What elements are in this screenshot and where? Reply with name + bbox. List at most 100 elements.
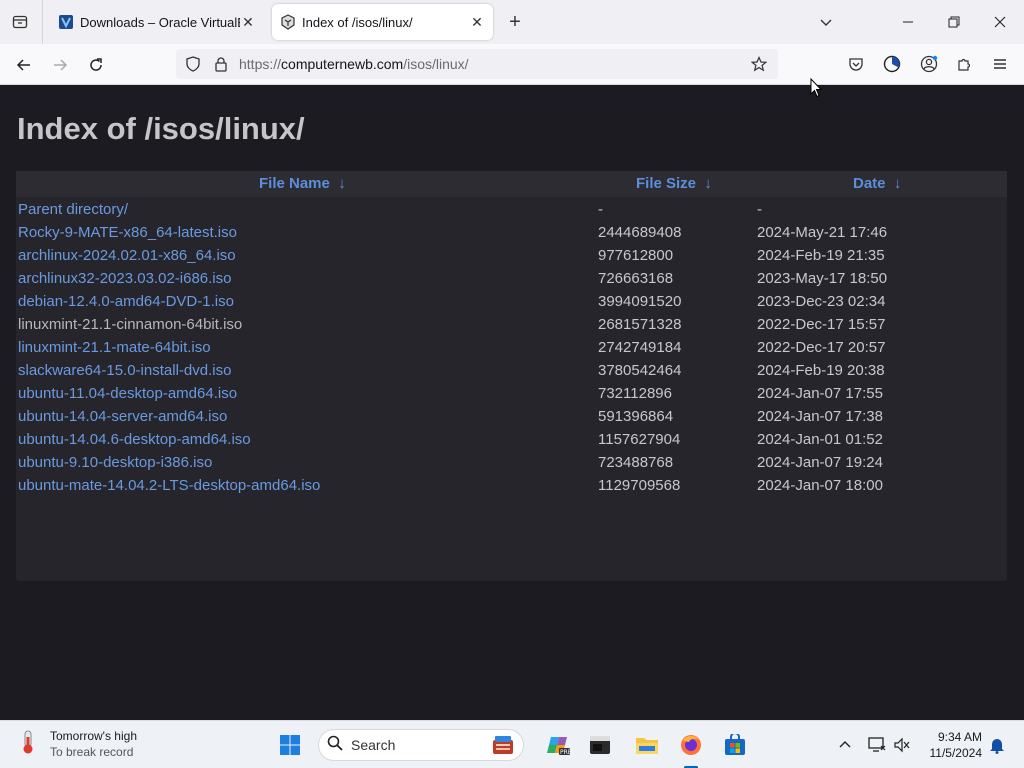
file-link[interactable]: Rocky-9-MATE-x86_64-latest.iso [18, 224, 237, 241]
tab-divider [42, 0, 43, 44]
file-size: 591396864 [598, 408, 674, 425]
table-row: linuxmint-21.1-mate-64bit.iso 2742749184 2… [16, 336, 1007, 359]
window-close-icon[interactable] [978, 6, 1022, 38]
file-date: 2024-Feb-19 20:38 [757, 362, 885, 379]
extensions-puzzle-icon[interactable] [952, 52, 976, 76]
table-row: archlinux32-2023.03.02-i686.iso 726663168… [16, 267, 1007, 290]
file-size: - [598, 201, 603, 218]
file-link[interactable]: ubuntu-mate-14.04.2-LTS-desktop-amd64.is… [18, 477, 320, 494]
windows-taskbar: Tomorrow's high To break record Search P… [0, 720, 1024, 768]
file-link[interactable]: slackware64-15.0-install-dvd.iso [18, 362, 231, 379]
file-date: 2024-Feb-19 21:35 [757, 247, 885, 264]
column-header-date[interactable]: Date ↓ [853, 175, 901, 192]
table-row: debian-12.4.0-amd64-DVD-1.iso 3994091520 2… [16, 290, 1007, 313]
file-link[interactable]: linuxmint-21.1-cinnamon-64bit.iso [18, 316, 242, 333]
file-date: - [757, 201, 762, 218]
table-header: File Name ↓ File Size ↓ Date ↓ [16, 171, 1007, 197]
weather-widget[interactable]: Tomorrow's high To break record [18, 728, 137, 760]
file-listing-table: File Name ↓ File Size ↓ Date ↓ Parent di… [16, 171, 1007, 581]
thermometer-icon [18, 729, 38, 760]
volume-muted-icon[interactable] [886, 729, 918, 761]
address-bar[interactable]: https://computernewb.com/isos/linux/ [176, 49, 778, 79]
virtualbox-icon [58, 14, 74, 30]
terminal-icon[interactable] [584, 729, 616, 761]
weather-line-1: Tomorrow's high [50, 729, 137, 743]
file-size: 1129709568 [598, 477, 681, 494]
chevron-down-icon[interactable] [814, 10, 838, 34]
file-date: 2022-Dec-17 15:57 [757, 316, 886, 333]
lock-icon[interactable] [210, 53, 232, 75]
restore-icon[interactable] [932, 6, 976, 38]
file-link[interactable]: debian-12.4.0-amd64-DVD-1.iso [18, 293, 234, 310]
menu-hamburger-icon[interactable] [988, 52, 1012, 76]
clock-date: 11/5/2024 [929, 746, 983, 760]
parent-directory-link[interactable]: Parent directory/ [18, 201, 128, 218]
file-link[interactable]: archlinux32-2023.03.02-i686.iso [18, 270, 231, 287]
show-hidden-icons-chevron-up-icon[interactable] [829, 729, 861, 761]
navigation-toolbar: https://computernewb.com/isos/linux/ [0, 44, 1024, 85]
notification-bell-icon[interactable] [981, 729, 1013, 761]
tab-strip: Downloads – Oracle VirtualBox ✕ Index of… [0, 0, 1024, 44]
table-row: linuxmint-21.1-cinnamon-64bit.iso 2681571… [16, 313, 1007, 336]
tab-list-icon[interactable] [8, 10, 32, 34]
file-date: 2024-Jan-07 19:24 [757, 454, 883, 471]
file-size: 2444689408 [598, 224, 682, 241]
file-size: 977612800 [598, 247, 674, 264]
microsoft-store-icon[interactable] [719, 729, 751, 761]
file-date: 2024-Jan-07 18:00 [757, 477, 883, 494]
table-row: Parent directory/ - - [16, 198, 1007, 221]
file-link[interactable]: archlinux-2024.02.01-x86_64.iso [18, 247, 236, 264]
table-row: Rocky-9-MATE-x86_64-latest.iso 2444689408… [16, 221, 1007, 244]
file-size: 732112896 [598, 385, 672, 402]
new-tab-plus-icon[interactable]: + [503, 10, 527, 34]
tab-title: Index of /isos/linux/ [302, 14, 413, 30]
file-size: 2742749184 [598, 339, 682, 356]
tab-index-isos-linux[interactable]: Index of /isos/linux/ ✕ [272, 4, 493, 40]
file-link[interactable]: ubuntu-14.04.6-desktop-amd64.iso [18, 431, 251, 448]
extension-circle-icon[interactable] [880, 52, 904, 76]
close-icon[interactable]: ✕ [240, 14, 256, 30]
search-label: Search [351, 737, 396, 753]
file-date: 2022-Dec-17 20:57 [757, 339, 886, 356]
table-row: ubuntu-9.10-desktop-i386.iso 723488768 202… [16, 451, 1007, 474]
minimize-icon[interactable] [886, 6, 930, 38]
file-link[interactable]: ubuntu-11.04-desktop-amd64.iso [18, 385, 237, 402]
site-favicon-icon [280, 14, 296, 30]
copilot-icon[interactable]: PRE [543, 729, 575, 761]
file-size: 726663168 [598, 270, 674, 287]
table-row: ubuntu-14.04.6-desktop-amd64.iso 11576279… [16, 428, 1007, 451]
file-link[interactable]: ubuntu-9.10-desktop-i386.iso [18, 454, 212, 471]
tab-virtualbox-downloads[interactable]: Downloads – Oracle VirtualBox ✕ [50, 4, 264, 40]
svg-text:PRE: PRE [560, 749, 571, 756]
windows-start-icon[interactable] [274, 729, 306, 761]
file-explorer-folder-icon[interactable] [631, 729, 663, 761]
url-text[interactable]: https://computernewb.com/isos/linux/ [239, 56, 469, 72]
table-row: ubuntu-14.04-server-amd64.iso 591396864 20… [16, 405, 1007, 428]
reload-icon[interactable] [82, 51, 110, 79]
forward-arrow-icon[interactable] [46, 51, 74, 79]
tracking-protection-shield-icon[interactable] [182, 53, 204, 75]
file-date: 2024-Jan-07 17:55 [757, 385, 883, 402]
search-highlight-icon [491, 734, 515, 761]
column-header-file-name[interactable]: File Name ↓ [259, 175, 346, 192]
page-content: Index of /isos/linux/ File Name ↓ File S… [0, 85, 1024, 720]
file-link[interactable]: linuxmint-21.1-mate-64bit.iso [18, 339, 211, 356]
file-link[interactable]: ubuntu-14.04-server-amd64.iso [18, 408, 227, 425]
file-size: 3780542464 [598, 362, 682, 379]
column-header-file-size[interactable]: File Size ↓ [636, 175, 712, 192]
weather-line-2: To break record [50, 745, 134, 759]
close-icon[interactable]: ✕ [469, 14, 485, 30]
file-date: 2024-May-21 17:46 [757, 224, 888, 241]
clock-time: 9:34 AM [937, 730, 982, 744]
back-arrow-icon[interactable] [10, 51, 38, 79]
file-date: 2024-Jan-07 17:38 [757, 408, 883, 425]
bookmark-star-icon[interactable] [748, 53, 770, 75]
tab-title: Downloads – Oracle VirtualBox [80, 14, 240, 30]
pocket-icon[interactable] [844, 52, 868, 76]
page-title: Index of /isos/linux/ [17, 111, 305, 146]
file-date: 2023-Dec-23 02:34 [757, 293, 886, 310]
taskbar-search-box[interactable]: Search [318, 729, 524, 761]
system-clock[interactable]: 9:34 AM 11/5/2024 [922, 729, 983, 761]
account-avatar-icon[interactable] [917, 52, 941, 76]
firefox-icon[interactable] [675, 729, 707, 761]
